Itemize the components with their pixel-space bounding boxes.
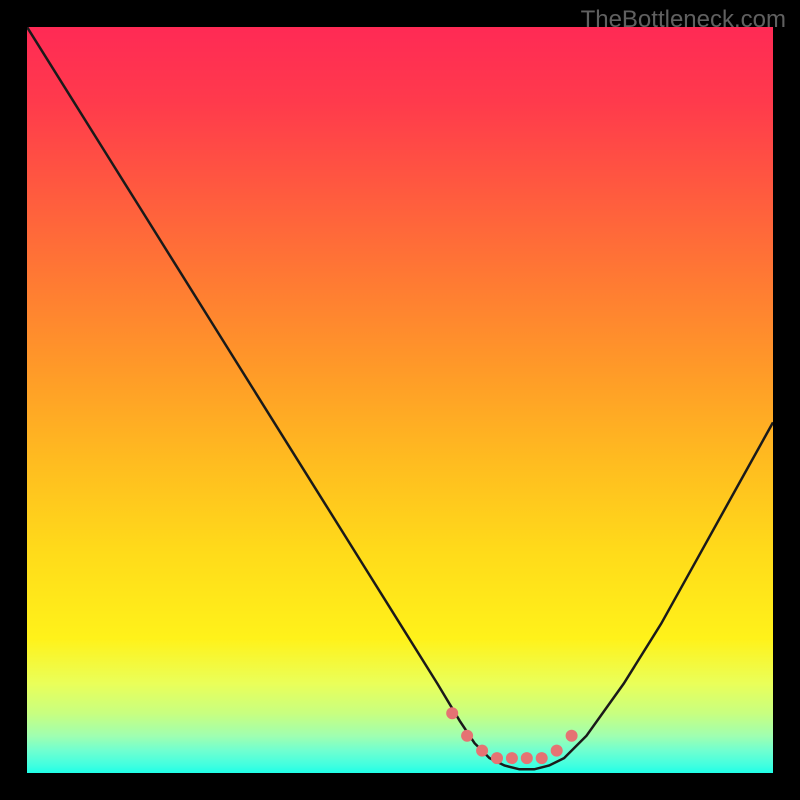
watermark-text: TheBottleneck.com xyxy=(581,6,786,34)
chart-plot-area xyxy=(27,27,773,773)
highlight-point xyxy=(521,752,533,764)
highlight-point xyxy=(536,752,548,764)
highlight-point xyxy=(446,707,458,719)
highlight-point xyxy=(476,745,488,757)
chart-svg xyxy=(27,27,773,773)
highlight-point xyxy=(551,745,563,757)
optimal-range-points xyxy=(446,707,577,764)
highlight-point xyxy=(491,752,503,764)
highlight-point xyxy=(566,730,578,742)
bottleneck-curve-line xyxy=(27,27,773,769)
highlight-point xyxy=(506,752,518,764)
highlight-point xyxy=(461,730,473,742)
